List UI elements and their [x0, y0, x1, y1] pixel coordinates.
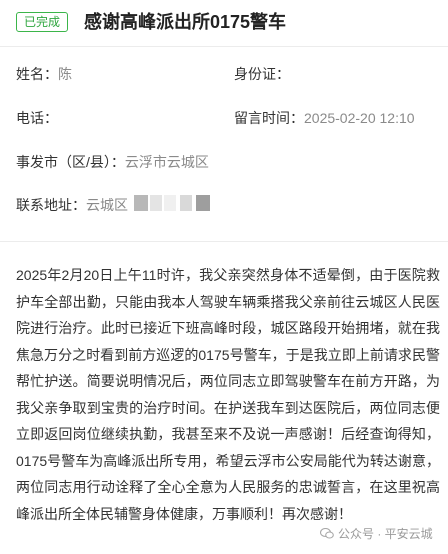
- name-label: 姓名：: [16, 66, 58, 82]
- message-body: 2025年2月20日上午11时许，我父亲突然身体不适晕倒，由于医院救护车全部出勤…: [16, 267, 440, 522]
- status-badge: 已完成: [16, 12, 68, 32]
- time-field: 留言时间：2025-02-20 12:10: [234, 108, 415, 128]
- phone-label: 电话：: [16, 110, 58, 126]
- content-divider: [0, 241, 448, 242]
- watermark: 公众号 · 平安云城: [319, 525, 433, 542]
- page-title: 感谢高峰派出所0175警车: [84, 12, 287, 32]
- watermark-text: 公众号 · 平安云城: [338, 527, 433, 541]
- redacted-address-blur: [134, 195, 210, 211]
- name-value: 陈: [58, 66, 72, 82]
- address-label: 联系地址：: [16, 197, 86, 213]
- id-label: 身份证：: [234, 66, 290, 82]
- city-field: 事发市（区/县）：云浮市云城区: [16, 152, 209, 172]
- header: 已完成 感谢高峰派出所0175警车: [0, 0, 448, 46]
- city-label: 事发市（区/县）：: [16, 154, 125, 170]
- time-label: 留言时间：: [234, 110, 304, 126]
- phone-field: 电话：: [16, 108, 58, 128]
- id-field: 身份证：: [234, 64, 290, 84]
- city-value: 云浮市云城区: [124, 154, 209, 170]
- address-field: 联系地址：云城区: [16, 195, 128, 215]
- time-value: 2025-02-20 12:10: [304, 110, 415, 126]
- name-field: 姓名：陈: [16, 64, 72, 84]
- header-divider: [0, 46, 448, 47]
- address-value: 云城区: [86, 197, 128, 213]
- wechat-icon: [319, 527, 334, 539]
